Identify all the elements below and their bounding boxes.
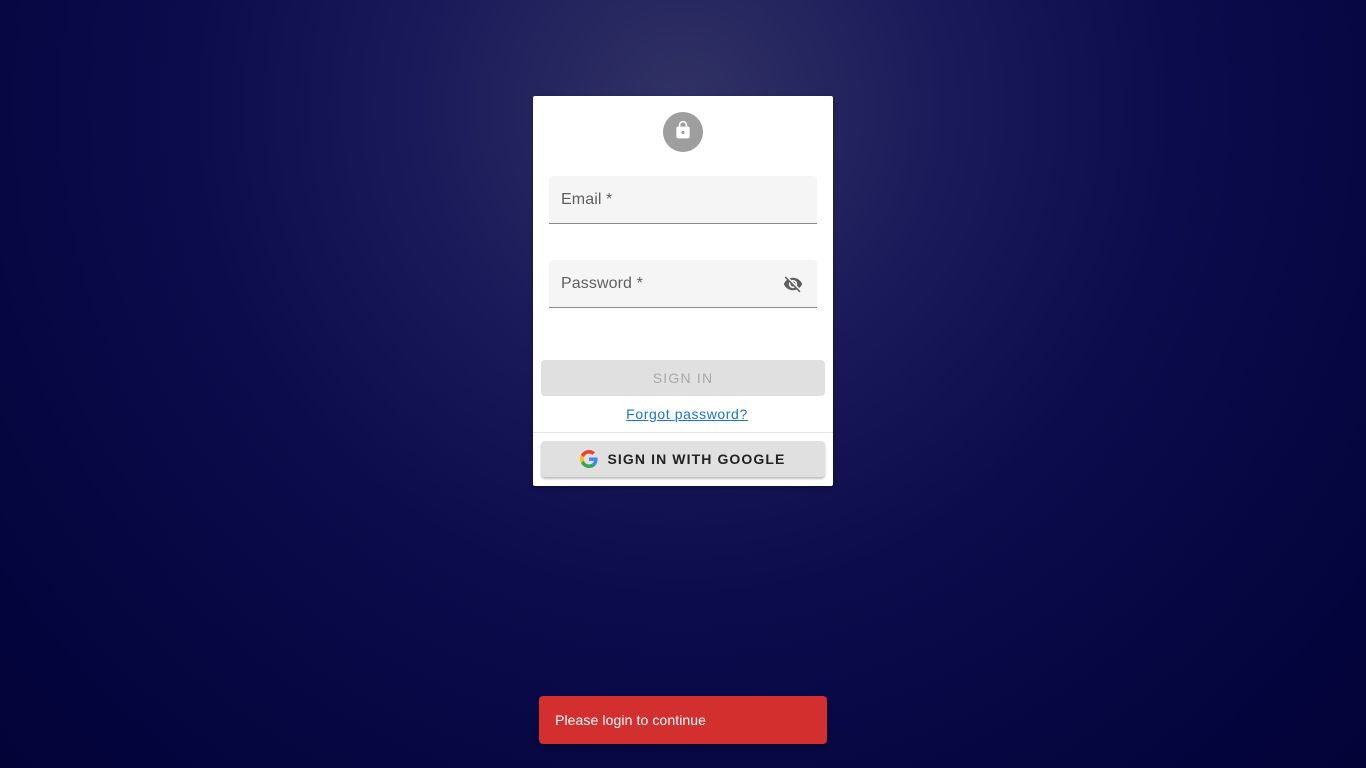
google-sign-in-label: SIGN IN WITH GOOGLE — [607, 451, 786, 467]
google-sign-in-button[interactable]: SIGN IN WITH GOOGLE — [541, 441, 825, 477]
visibility-off-icon[interactable] — [781, 272, 805, 296]
error-snackbar: Please login to continue — [539, 696, 827, 744]
lock-icon — [673, 120, 693, 145]
login-card: Email * Password * SIGN IN Forgot passwo… — [533, 96, 833, 486]
forgot-password-link[interactable]: Forgot password? — [626, 406, 748, 422]
password-input[interactable] — [549, 260, 817, 307]
google-icon — [580, 450, 607, 468]
forgot-password-row: Forgot password? — [533, 406, 833, 422]
sign-in-button[interactable]: SIGN IN — [541, 360, 825, 396]
lock-avatar — [663, 112, 703, 152]
email-input[interactable] — [549, 176, 817, 223]
snackbar-message: Please login to continue — [555, 712, 707, 728]
divider — [533, 432, 833, 433]
password-field[interactable]: Password * — [549, 260, 817, 308]
email-field[interactable]: Email * — [549, 176, 817, 224]
